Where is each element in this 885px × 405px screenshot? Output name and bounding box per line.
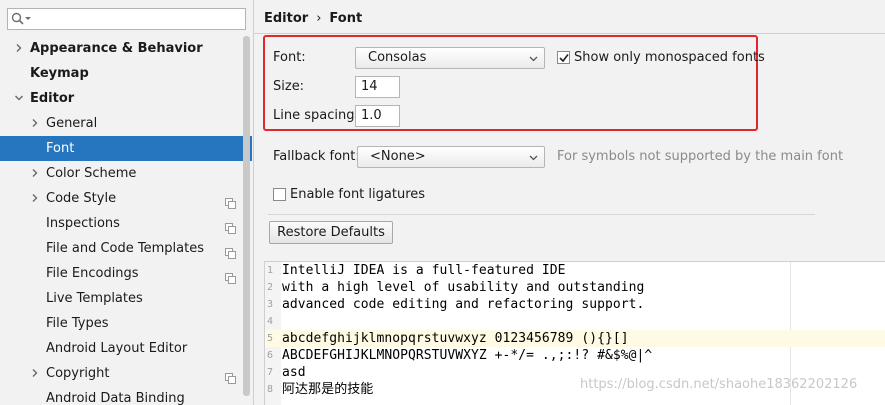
chevron-right-icon[interactable] xyxy=(30,168,40,178)
preview-line: 2 with a high level of usability and outs… xyxy=(265,279,885,296)
header-divider xyxy=(254,33,885,34)
chevron-down-icon xyxy=(529,56,538,62)
size-label: Size: xyxy=(273,79,305,94)
project-settings-icon xyxy=(225,218,236,234)
preview-line: 6 ABCDEFGHIJKLMNOPQRSTUVWXYZ +-*/= .,;:!?… xyxy=(265,347,885,364)
monospaced-checkbox[interactable] xyxy=(557,51,570,64)
checkmark-icon xyxy=(559,54,569,63)
preview-line: 3 advanced code editing and refactoring s… xyxy=(265,296,885,313)
chevron-right-icon[interactable] xyxy=(30,368,40,378)
sidebar-item-label: Color Scheme xyxy=(46,166,137,181)
ligatures-label[interactable]: Enable font ligatures xyxy=(290,187,425,202)
chevron-right-icon[interactable] xyxy=(14,43,24,53)
preview-line: 4 xyxy=(265,313,885,330)
sidebar-item-label: Appearance & Behavior xyxy=(30,41,203,56)
sidebar-item-label: Font xyxy=(46,141,75,156)
restore-defaults-button[interactable]: Restore Defaults xyxy=(269,221,393,244)
line-number: 6 xyxy=(267,350,274,361)
sidebar-item-general[interactable]: General xyxy=(0,111,252,136)
sidebar-item-label: File Encodings xyxy=(46,266,139,281)
sidebar-item-code-style[interactable]: Code Style xyxy=(0,186,252,211)
chevron-down-icon[interactable] xyxy=(14,93,24,103)
search-input[interactable] xyxy=(7,8,246,30)
sidebar-item-android-layout-editor[interactable]: Android Layout Editor xyxy=(0,336,252,361)
project-settings-icon xyxy=(225,268,236,284)
preview-text: 阿达那是的技能 xyxy=(282,382,374,397)
divider xyxy=(253,0,254,405)
project-settings-icon xyxy=(225,368,236,384)
sidebar-item-label: Editor xyxy=(30,91,75,106)
chevron-right-icon[interactable] xyxy=(30,193,40,203)
sidebar-item-label: General xyxy=(46,116,98,131)
preview-text: asd xyxy=(282,365,306,380)
line-number: 3 xyxy=(267,299,274,310)
sidebar-item-font[interactable]: Font xyxy=(0,136,252,161)
sidebar-item-live-templates[interactable]: Live Templates xyxy=(0,286,252,311)
preview-line: 1 IntelliJ IDEA is a full-featured IDE xyxy=(265,262,885,279)
preview-text: advanced code editing and refactoring su… xyxy=(282,297,645,312)
monospaced-label[interactable]: Show only monospaced fonts xyxy=(574,50,765,65)
sidebar-item-label: Code Style xyxy=(46,191,117,206)
project-settings-icon xyxy=(225,193,236,209)
line-number: 4 xyxy=(267,316,274,327)
line-number: 8 xyxy=(267,384,274,395)
sidebar-item-label: Inspections xyxy=(46,216,120,231)
font-combo-value: Consolas xyxy=(368,50,427,65)
sidebar-item-label: File and Code Templates xyxy=(46,241,204,256)
breadcrumb: Editor › Font xyxy=(264,11,362,26)
fallback-combo[interactable]: <None> xyxy=(357,146,545,168)
sidebar-item-inspections[interactable]: Inspections xyxy=(0,211,252,236)
line-number: 7 xyxy=(267,367,274,378)
size-value: 14 xyxy=(361,79,378,94)
fallback-label: Fallback font: xyxy=(273,149,360,164)
preview-text: IntelliJ IDEA is a full-featured IDE xyxy=(282,263,566,278)
watermark: https://blog.csdn.net/shaohe18362202126 xyxy=(580,377,858,392)
breadcrumb-current: Font xyxy=(329,11,363,26)
sidebar-item-file-types[interactable]: File Types xyxy=(0,311,252,336)
sidebar-item-label: Android Layout Editor xyxy=(46,341,188,356)
chevron-right-icon[interactable] xyxy=(30,118,40,128)
font-label: Font: xyxy=(273,50,306,65)
sidebar-item-color-scheme[interactable]: Color Scheme xyxy=(0,161,252,186)
fallback-combo-value: <None> xyxy=(370,149,426,164)
breadcrumb-separator: › xyxy=(316,11,322,26)
sidebar-item-label: Keymap xyxy=(30,66,89,81)
sidebar-item-file-and-code-templates[interactable]: File and Code Templates xyxy=(0,236,252,261)
chevron-down-icon xyxy=(529,155,538,161)
size-field[interactable]: 14 xyxy=(355,76,400,98)
line-spacing-label: Line spacing: xyxy=(273,108,359,123)
preview-text: with a high level of usability and outst… xyxy=(282,280,645,295)
sidebar-item-editor[interactable]: Editor xyxy=(0,86,252,111)
line-number: 2 xyxy=(267,282,274,293)
scrollbar-thumb[interactable] xyxy=(243,36,250,396)
search-icon xyxy=(11,12,31,25)
preview-line: 5 abcdefghijklmnopqrstuvwxyz 0123456789 (… xyxy=(265,330,885,347)
font-combo[interactable]: Consolas xyxy=(355,47,545,69)
sidebar-item-appearance-behavior[interactable]: Appearance & Behavior xyxy=(0,36,252,61)
settings-sidebar: Appearance & Behavior Keymap Editor General… xyxy=(0,0,253,405)
line-number: 1 xyxy=(267,265,274,276)
section-divider xyxy=(268,214,815,215)
sidebar-item-keymap[interactable]: Keymap xyxy=(0,61,252,86)
sidebar-item-android-data-binding[interactable]: Android Data Binding xyxy=(0,386,252,405)
line-spacing-value: 1.0 xyxy=(361,108,382,123)
line-spacing-field[interactable]: 1.0 xyxy=(355,105,400,127)
fallback-hint: For symbols not supported by the main fo… xyxy=(557,149,844,164)
sidebar-item-label: Copyright xyxy=(46,366,110,381)
sidebar-scrollbar[interactable] xyxy=(243,36,250,405)
sidebar-item-label: Live Templates xyxy=(46,291,143,306)
ligatures-checkbox[interactable] xyxy=(273,188,286,201)
line-number: 5 xyxy=(267,333,274,344)
preview-text: abcdefghijklmnopqrstuvwxyz 0123456789 ()… xyxy=(282,331,629,346)
sidebar-item-label: File Types xyxy=(46,316,109,331)
sidebar-item-label: Android Data Binding xyxy=(46,391,185,405)
settings-tree: Appearance & Behavior Keymap Editor General… xyxy=(0,36,252,405)
sidebar-item-file-encodings[interactable]: File Encodings xyxy=(0,261,252,286)
breadcrumb-parent: Editor xyxy=(264,11,309,26)
sidebar-item-copyright[interactable]: Copyright xyxy=(0,361,252,386)
preview-text: ABCDEFGHIJKLMNOPQRSTUVWXYZ +-*/= .,;:!? … xyxy=(282,348,653,363)
project-settings-icon xyxy=(225,243,236,259)
